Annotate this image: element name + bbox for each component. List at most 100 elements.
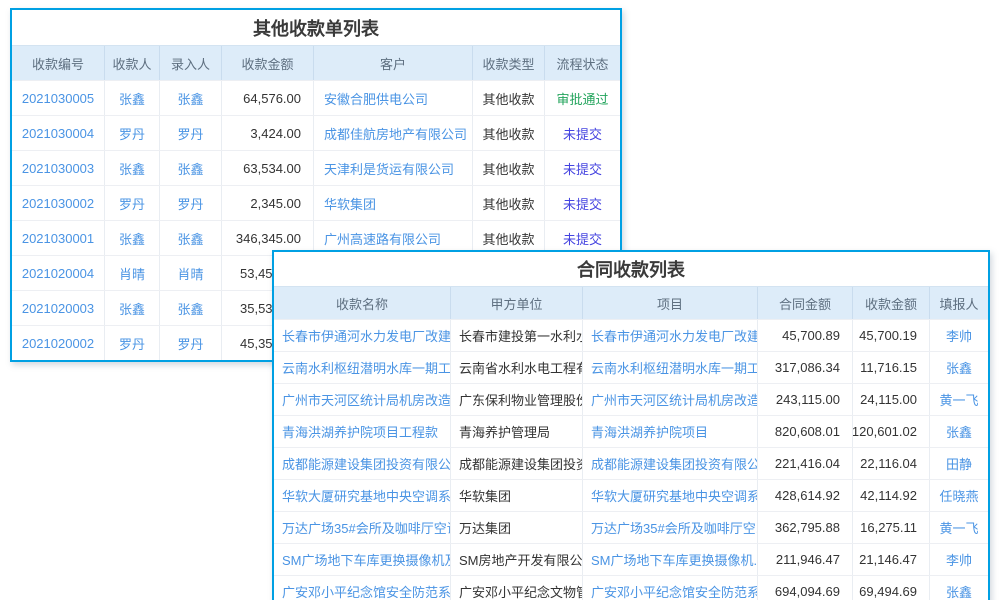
receipt-name-link[interactable]: 广州市天河区统计局机房改造... [274,384,450,415]
reporter-link[interactable]: 张鑫 [929,576,988,600]
received-amount-cell: 22,116.04 [852,448,929,479]
reporter-link[interactable]: 张鑫 [929,416,988,447]
payee-link[interactable]: 张鑫 [104,221,159,255]
receipt-no-link[interactable]: 2021030003 [12,151,104,185]
project-link[interactable]: 成都能源建设集团投资有限公... [582,448,757,479]
status-link[interactable]: 审批通过 [544,81,620,115]
col-header-payee: 收款人 [104,46,159,80]
amount-cell: 64,576.00 [221,81,313,115]
table-row: 广安邓小平纪念馆安全防范系... 广安邓小平纪念文物管... 广安邓小平纪念馆安… [274,575,988,600]
reporter-link[interactable]: 李帅 [929,544,988,575]
payee-link[interactable]: 张鑫 [104,81,159,115]
table-row: 2021030002 罗丹 罗丹 2,345.00 华软集团 其他收款 未提交 [12,185,620,220]
table-row: 2021030005 张鑫 张鑫 64,576.00 安徽合肥供电公司 其他收款… [12,80,620,115]
project-link[interactable]: SM广场地下车库更换摄像机... [582,544,757,575]
col-header-received-amount: 收款金额 [852,287,929,319]
amount-cell: 2,345.00 [221,186,313,220]
col-header-reporter: 填报人 [929,287,988,319]
reporter-link[interactable]: 李帅 [929,320,988,351]
amount-cell: 63,534.00 [221,151,313,185]
recorder-link[interactable]: 罗丹 [159,326,221,360]
receipt-no-link[interactable]: 2021020003 [12,291,104,325]
project-link[interactable]: 广安邓小平纪念馆安全防范系... [582,576,757,600]
received-amount-cell: 21,146.47 [852,544,929,575]
status-link[interactable]: 未提交 [544,186,620,220]
receipt-no-link[interactable]: 2021030002 [12,186,104,220]
page: 其他收款单列表 收款编号 收款人 录入人 收款金额 客户 收款类型 流程状态 2… [0,0,1000,600]
recorder-link[interactable]: 张鑫 [159,221,221,255]
party-a-cell: 广东保利物业管理股份... [450,384,582,415]
project-link[interactable]: 广州市天河区统计局机房改造... [582,384,757,415]
reporter-link[interactable]: 田静 [929,448,988,479]
receipt-no-link[interactable]: 2021020002 [12,326,104,360]
payee-link[interactable]: 张鑫 [104,151,159,185]
receipt-name-link[interactable]: 万达广场35#会所及咖啡厅空调... [274,512,450,543]
table-row: 万达广场35#会所及咖啡厅空调... 万达集团 万达广场35#会所及咖啡厅空..… [274,511,988,543]
status-link[interactable]: 未提交 [544,151,620,185]
payee-link[interactable]: 张鑫 [104,291,159,325]
col-header-receipt-name: 收款名称 [274,287,450,319]
contract-receipts-table: 合同收款列表 收款名称 甲方单位 项目 合同金额 收款金额 填报人 长春市伊通河… [272,250,990,600]
receipt-no-link[interactable]: 2021030001 [12,221,104,255]
customer-link[interactable]: 成都佳航房地产有限公司 [313,116,472,150]
recorder-link[interactable]: 张鑫 [159,291,221,325]
type-cell: 其他收款 [472,186,544,220]
col-header-recorder: 录入人 [159,46,221,80]
contract-amount-cell: 317,086.34 [757,352,852,383]
reporter-link[interactable]: 任晓燕 [929,480,988,511]
received-amount-cell: 42,114.92 [852,480,929,511]
payee-link[interactable]: 罗丹 [104,186,159,220]
payee-link[interactable]: 罗丹 [104,326,159,360]
customer-link[interactable]: 安徽合肥供电公司 [313,81,472,115]
receipt-name-link[interactable]: SM广场地下车库更换摄像机及... [274,544,450,575]
received-amount-cell: 120,601.02 [852,416,929,447]
project-link[interactable]: 长春市伊通河水力发电厂改建... [582,320,757,351]
recorder-link[interactable]: 肖晴 [159,256,221,290]
receipt-name-link[interactable]: 华软大厦研究基地中央空调系... [274,480,450,511]
col-header-amount: 收款金额 [221,46,313,80]
reporter-link[interactable]: 张鑫 [929,352,988,383]
table-row: 华软大厦研究基地中央空调系... 华软集团 华软大厦研究基地中央空调系... 4… [274,479,988,511]
receipt-name-link[interactable]: 青海洪湖养护院项目工程款 [274,416,450,447]
table-row: SM广场地下车库更换摄像机及... SM房地产开发有限公司 SM广场地下车库更换… [274,543,988,575]
receipt-name-link[interactable]: 长春市伊通河水力发电厂改建... [274,320,450,351]
receipt-name-link[interactable]: 云南水利枢纽潜明水库一期工... [274,352,450,383]
contract-amount-cell: 362,795.88 [757,512,852,543]
recorder-link[interactable]: 罗丹 [159,116,221,150]
table-row: 青海洪湖养护院项目工程款 青海养护管理局 青海洪湖养护院项目 820,608.0… [274,415,988,447]
payee-link[interactable]: 罗丹 [104,116,159,150]
amount-cell: 3,424.00 [221,116,313,150]
party-a-cell: 成都能源建设集团投资... [450,448,582,479]
project-link[interactable]: 青海洪湖养护院项目 [582,416,757,447]
receipt-name-link[interactable]: 成都能源建设集团投资有限公... [274,448,450,479]
recorder-link[interactable]: 罗丹 [159,186,221,220]
received-amount-cell: 24,115.00 [852,384,929,415]
other-receipts-title: 其他收款单列表 [12,10,620,46]
project-link[interactable]: 万达广场35#会所及咖啡厅空... [582,512,757,543]
contract-receipts-title: 合同收款列表 [274,252,988,287]
table-row: 2021030004 罗丹 罗丹 3,424.00 成都佳航房地产有限公司 其他… [12,115,620,150]
party-a-cell: SM房地产开发有限公司 [450,544,582,575]
customer-link[interactable]: 华软集团 [313,186,472,220]
receipt-no-link[interactable]: 2021030004 [12,116,104,150]
reporter-link[interactable]: 黄一飞 [929,384,988,415]
payee-link[interactable]: 肖晴 [104,256,159,290]
customer-link[interactable]: 天津利是货运有限公司 [313,151,472,185]
col-header-type: 收款类型 [472,46,544,80]
recorder-link[interactable]: 张鑫 [159,151,221,185]
project-link[interactable]: 华软大厦研究基地中央空调系... [582,480,757,511]
reporter-link[interactable]: 黄一飞 [929,512,988,543]
col-header-party-a: 甲方单位 [450,287,582,319]
receipt-no-link[interactable]: 2021020004 [12,256,104,290]
col-header-customer: 客户 [313,46,472,80]
contract-amount-cell: 694,094.69 [757,576,852,600]
party-a-cell: 华软集团 [450,480,582,511]
status-link[interactable]: 未提交 [544,116,620,150]
contract-receipts-header-row: 收款名称 甲方单位 项目 合同金额 收款金额 填报人 [274,287,988,319]
recorder-link[interactable]: 张鑫 [159,81,221,115]
project-link[interactable]: 云南水利枢纽潜明水库一期工... [582,352,757,383]
table-row: 2021030003 张鑫 张鑫 63,534.00 天津利是货运有限公司 其他… [12,150,620,185]
receipt-no-link[interactable]: 2021030005 [12,81,104,115]
receipt-name-link[interactable]: 广安邓小平纪念馆安全防范系... [274,576,450,600]
received-amount-cell: 16,275.11 [852,512,929,543]
